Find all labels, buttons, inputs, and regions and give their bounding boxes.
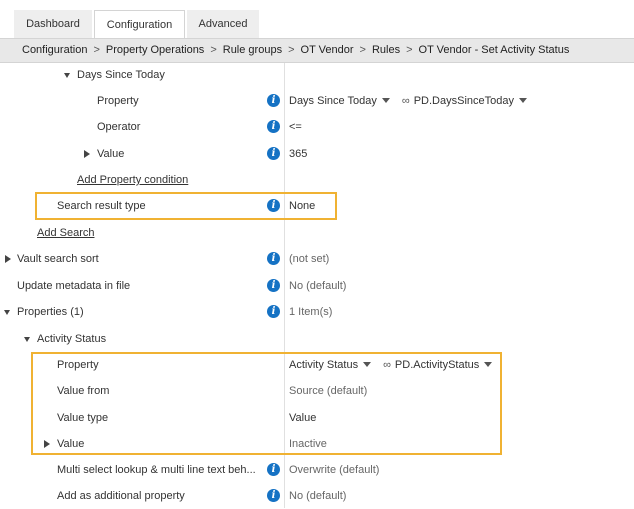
info-icon[interactable]: i [267, 120, 280, 133]
search-result-type-value[interactable]: None [289, 193, 315, 219]
add-search-link[interactable]: Add Search [37, 220, 94, 246]
expand-arrow-icon[interactable] [5, 255, 11, 263]
activity-value-field[interactable]: Inactive [289, 431, 327, 457]
row-label: Value [57, 438, 85, 450]
row-label: Property [97, 95, 139, 107]
tree-row-days-since-today[interactable]: Days Since Today [0, 62, 634, 88]
tree-row-vault-search-sort: Vault search sort i (not set) [0, 246, 634, 272]
expand-arrow-icon[interactable] [84, 150, 90, 158]
update-metadata-value[interactable]: No (default) [289, 273, 346, 299]
tab-dashboard[interactable]: Dashboard [14, 10, 92, 38]
breadcrumb-separator: > [93, 44, 100, 56]
info-icon[interactable]: i [267, 199, 280, 212]
row-label: Value from [57, 385, 110, 397]
info-icon[interactable]: i [267, 94, 280, 107]
operator-value[interactable]: <= [289, 114, 302, 140]
info-icon[interactable]: i [267, 489, 280, 502]
row-label: Add as additional property [57, 490, 185, 502]
dropdown-arrow-icon[interactable] [363, 362, 372, 368]
row-label: Days Since Today [77, 69, 165, 81]
info-icon[interactable]: i [267, 147, 280, 160]
breadcrumb-separator: > [288, 44, 295, 56]
row-label: Search result type [57, 200, 146, 212]
dropdown-arrow-icon[interactable] [518, 98, 527, 104]
value-type-value[interactable]: Value [289, 405, 316, 431]
breadcrumb-item-current-rule[interactable]: OT Vendor - Set Activity Status [419, 44, 570, 56]
tree-row-add-additional: Add as additional property i No (default… [0, 483, 634, 509]
activity-property-dropdown-value[interactable]: Activity Status [289, 359, 358, 371]
tree-row-update-metadata: Update metadata in file i No (default) [0, 273, 634, 299]
tree-row-activity-value: Value Inactive [0, 431, 634, 457]
tree-row-multi-select: Multi select lookup & multi line text be… [0, 457, 634, 483]
tree-row-value-from: Value from Source (default) [0, 378, 634, 404]
expand-arrow-icon[interactable] [44, 440, 50, 448]
value-from-value[interactable]: Source (default) [289, 378, 367, 404]
breadcrumb-item-rule-groups[interactable]: Rule groups [223, 44, 282, 56]
collapse-arrow-icon[interactable] [24, 337, 30, 342]
activity-property-value[interactable]: Activity Status ∞ PD.ActivityStatus [289, 352, 498, 378]
dropdown-arrow-icon[interactable] [381, 98, 390, 104]
collapse-arrow-icon[interactable] [64, 73, 70, 78]
tree-row-value-type: Value type Value [0, 405, 634, 431]
dropdown-arrow-icon[interactable] [484, 362, 493, 368]
info-icon[interactable]: i [267, 305, 280, 318]
row-label: Update metadata in file [17, 280, 131, 292]
tree-row-activity-status[interactable]: Activity Status [0, 326, 634, 352]
add-additional-value[interactable]: No (default) [289, 483, 346, 509]
row-label: Value [97, 148, 125, 160]
breadcrumb-item-ot-vendor[interactable]: OT Vendor [301, 44, 354, 56]
property-alias[interactable]: PD.DaysSinceToday [414, 95, 514, 107]
breadcrumb-separator: > [406, 44, 413, 56]
tree-row-activity-property: Property Activity Status ∞ PD.ActivityStat… [0, 352, 634, 378]
property-value[interactable]: Days Since Today ∞ PD.DaysSinceToday [289, 88, 533, 114]
tab-bar: Dashboard Configuration Advanced [0, 0, 634, 39]
info-icon[interactable]: i [267, 252, 280, 265]
properties-count: 1 Item(s) [289, 306, 333, 318]
row-label: Vault search sort [17, 253, 99, 265]
tab-advanced[interactable]: Advanced [187, 10, 259, 38]
row-label: Property [57, 359, 99, 371]
row-label: Multi select lookup & multi line text be… [57, 464, 256, 476]
breadcrumb-item-rules[interactable]: Rules [372, 44, 400, 56]
row-label: Properties (1) [17, 306, 84, 318]
collapse-arrow-icon[interactable] [4, 310, 10, 315]
property-dropdown-value[interactable]: Days Since Today [289, 95, 377, 107]
add-property-condition-link[interactable]: Add Property condition [77, 167, 188, 193]
tree-row-value: Value i 365 [0, 141, 634, 167]
row-label: Value type [57, 412, 109, 424]
tree-row-search-result-type: Search result type i None [0, 193, 634, 219]
link-icon: ∞ [401, 95, 410, 107]
tree-row-property: Property i Days Since Today ∞ PD.DaysSince… [0, 88, 634, 114]
value-field[interactable]: 365 [289, 141, 307, 167]
breadcrumb-item-configuration[interactable]: Configuration [22, 44, 87, 56]
breadcrumb-item-property-operations[interactable]: Property Operations [106, 44, 204, 56]
activity-property-alias[interactable]: PD.ActivityStatus [395, 359, 479, 371]
breadcrumb: Configuration > Property Operations > Rule g… [0, 38, 634, 63]
info-icon[interactable]: i [267, 279, 280, 292]
row-label: Operator [97, 121, 141, 133]
info-icon[interactable]: i [267, 463, 280, 476]
tab-configuration[interactable]: Configuration [94, 10, 185, 39]
add-search-row: Add Search [0, 220, 634, 246]
breadcrumb-separator: > [359, 44, 366, 56]
breadcrumb-separator: > [210, 44, 217, 56]
vault-search-sort-value[interactable]: (not set) [289, 246, 329, 272]
tree-row-operator: Operator i <= [0, 114, 634, 140]
link-icon: ∞ [383, 359, 391, 371]
add-property-condition-row: Add Property condition [0, 167, 634, 193]
tree-row-properties[interactable]: Properties (1) i 1 Item(s) [0, 299, 634, 325]
multi-select-value[interactable]: Overwrite (default) [289, 457, 379, 483]
row-label: Activity Status [37, 333, 107, 345]
